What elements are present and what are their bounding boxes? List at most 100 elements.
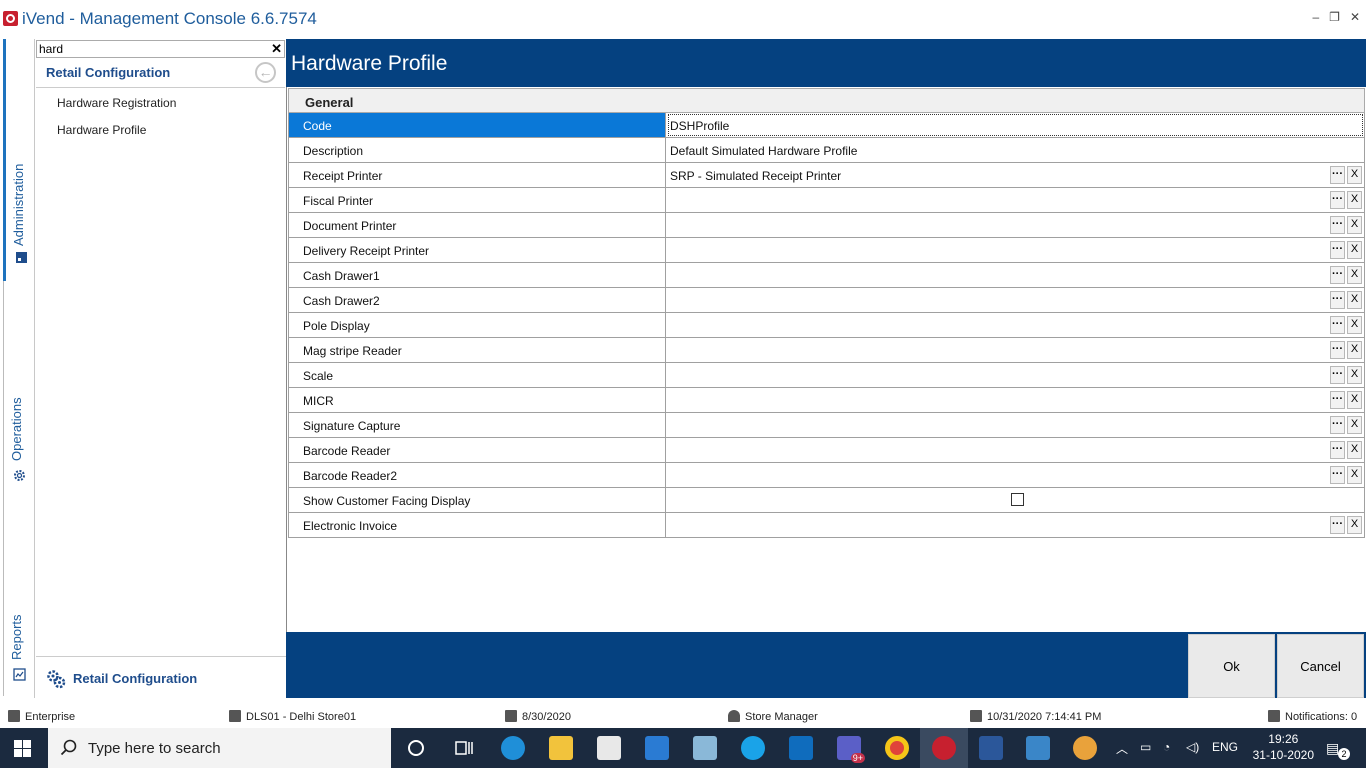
clear-value-button[interactable]: X bbox=[1347, 366, 1362, 384]
clear-value-button[interactable]: X bbox=[1347, 341, 1362, 359]
clear-value-button[interactable]: X bbox=[1347, 316, 1362, 334]
property-value[interactable] bbox=[667, 363, 1364, 387]
property-name[interactable]: Barcode Reader bbox=[289, 438, 666, 462]
property-row[interactable]: Cash Drawer1 ··· X bbox=[288, 263, 1365, 288]
browse-button[interactable]: ··· bbox=[1330, 341, 1345, 359]
property-name[interactable]: Document Printer bbox=[289, 213, 666, 237]
browse-button[interactable]: ··· bbox=[1330, 241, 1345, 259]
clear-value-button[interactable]: X bbox=[1347, 191, 1362, 209]
rail-tab-reports[interactable]: Reports bbox=[3, 498, 31, 696]
property-name[interactable]: Cash Drawer2 bbox=[289, 288, 666, 312]
clear-value-button[interactable]: X bbox=[1347, 266, 1362, 284]
customer-facing-display-checkbox[interactable] bbox=[1011, 493, 1024, 506]
browse-button[interactable]: ··· bbox=[1330, 441, 1345, 459]
property-row[interactable]: Barcode Reader2 ··· X bbox=[288, 463, 1365, 488]
browse-button[interactable]: ··· bbox=[1330, 366, 1345, 384]
property-value[interactable] bbox=[667, 463, 1364, 487]
browse-button[interactable]: ··· bbox=[1330, 266, 1345, 284]
property-name[interactable]: Delivery Receipt Printer bbox=[289, 238, 666, 262]
word-icon[interactable] bbox=[979, 736, 1003, 760]
property-name[interactable]: Mag stripe Reader bbox=[289, 338, 666, 362]
rail-tab-administration[interactable]: Administration bbox=[3, 39, 31, 281]
rail-tab-operations[interactable]: Operations bbox=[3, 281, 31, 498]
close-button[interactable]: ✕ bbox=[1350, 10, 1360, 24]
teams-icon[interactable]: 9+ bbox=[837, 736, 865, 763]
taskbar-clock[interactable]: 19:26 31-10-2020 bbox=[1253, 731, 1314, 763]
property-row[interactable]: Pole Display ··· X bbox=[288, 313, 1365, 338]
nav-item-hardware-profile[interactable]: Hardware Profile bbox=[57, 123, 146, 137]
photos-icon[interactable] bbox=[1026, 736, 1050, 760]
property-value[interactable] bbox=[667, 338, 1364, 362]
property-value[interactable] bbox=[667, 213, 1364, 237]
clear-value-button[interactable]: X bbox=[1347, 466, 1362, 484]
cancel-button[interactable]: Cancel bbox=[1277, 634, 1364, 698]
tray-chevron-icon[interactable]: ︿ bbox=[1116, 740, 1128, 757]
property-name[interactable]: Cash Drawer1 bbox=[289, 263, 666, 287]
property-name[interactable]: Receipt Printer bbox=[289, 163, 666, 187]
taskbar-search-box[interactable]: Type here to search bbox=[48, 728, 391, 768]
property-name[interactable]: Signature Capture bbox=[289, 413, 666, 437]
cortana-icon[interactable] bbox=[404, 736, 428, 760]
property-row[interactable]: Receipt Printer SRP - Simulated Receipt P… bbox=[288, 163, 1365, 188]
sticky-notes-icon[interactable] bbox=[693, 736, 717, 760]
mail-icon[interactable] bbox=[645, 736, 669, 760]
browse-button[interactable]: ··· bbox=[1330, 291, 1345, 309]
restore-button[interactable]: ❐ bbox=[1329, 10, 1340, 24]
property-row[interactable]: Cash Drawer2 ··· X bbox=[288, 288, 1365, 313]
property-row[interactable]: Code DSHProfile bbox=[288, 113, 1365, 138]
property-name[interactable]: Scale bbox=[289, 363, 666, 387]
browse-button[interactable]: ··· bbox=[1330, 316, 1345, 334]
property-value[interactable] bbox=[667, 438, 1364, 462]
chrome-icon[interactable] bbox=[885, 736, 909, 760]
property-row[interactable]: MICR ··· X bbox=[288, 388, 1365, 413]
outlook-icon[interactable] bbox=[789, 736, 813, 760]
clear-value-button[interactable]: X bbox=[1347, 291, 1362, 309]
property-row[interactable]: Description Default Simulated Hardware Pr… bbox=[288, 138, 1365, 163]
browse-button[interactable]: ··· bbox=[1330, 216, 1345, 234]
property-name[interactable]: Code bbox=[289, 113, 666, 137]
property-row[interactable]: Mag stripe Reader ··· X bbox=[288, 338, 1365, 363]
property-value[interactable] bbox=[667, 263, 1364, 287]
property-value[interactable] bbox=[667, 238, 1364, 262]
nav-module-footer[interactable]: Retail Configuration bbox=[36, 656, 286, 698]
property-row[interactable]: Delivery Receipt Printer ··· X bbox=[288, 238, 1365, 263]
property-name[interactable]: Fiscal Printer bbox=[289, 188, 666, 212]
search-clear-button[interactable]: ✕ bbox=[271, 41, 282, 57]
property-row[interactable]: Document Printer ··· X bbox=[288, 213, 1365, 238]
menu-search-input[interactable] bbox=[37, 41, 267, 57]
property-name[interactable]: Show Customer Facing Display bbox=[289, 488, 666, 512]
browse-button[interactable]: ··· bbox=[1330, 166, 1345, 184]
property-name[interactable]: MICR bbox=[289, 388, 666, 412]
windows-start-icon[interactable] bbox=[14, 740, 31, 757]
browse-button[interactable]: ··· bbox=[1330, 191, 1345, 209]
property-row[interactable]: Signature Capture ··· X bbox=[288, 413, 1365, 438]
clear-value-button[interactable]: X bbox=[1347, 441, 1362, 459]
minimize-button[interactable]: – bbox=[1312, 10, 1319, 24]
property-value[interactable]: DSHProfile bbox=[667, 113, 1364, 137]
property-name[interactable]: Electronic Invoice bbox=[289, 513, 666, 537]
volume-icon[interactable]: ◁) bbox=[1186, 740, 1199, 754]
file-explorer-icon[interactable] bbox=[549, 736, 573, 760]
property-name[interactable]: Barcode Reader2 bbox=[289, 463, 666, 487]
clear-value-button[interactable]: X bbox=[1347, 416, 1362, 434]
property-row[interactable]: Barcode Reader ··· X bbox=[288, 438, 1365, 463]
clear-value-button[interactable]: X bbox=[1347, 391, 1362, 409]
property-row[interactable]: Electronic Invoice ··· X bbox=[288, 513, 1365, 538]
property-name[interactable]: Pole Display bbox=[289, 313, 666, 337]
property-value[interactable] bbox=[667, 288, 1364, 312]
status-notifications[interactable]: Notifications: 0 bbox=[1268, 710, 1357, 723]
skype-icon[interactable] bbox=[741, 736, 765, 760]
microsoft-store-icon[interactable] bbox=[597, 736, 621, 760]
back-arrow-icon[interactable]: ← bbox=[255, 62, 276, 83]
ivend-taskbar-icon[interactable] bbox=[932, 736, 956, 760]
property-value[interactable] bbox=[667, 388, 1364, 412]
property-value[interactable] bbox=[667, 313, 1364, 337]
clear-value-button[interactable]: X bbox=[1347, 516, 1362, 534]
grid-section-general[interactable]: General bbox=[288, 88, 1365, 113]
paint-icon[interactable] bbox=[1073, 736, 1097, 760]
browse-button[interactable]: ··· bbox=[1330, 466, 1345, 484]
property-value[interactable] bbox=[667, 188, 1364, 212]
wifi-icon[interactable]: ◔ bbox=[1163, 740, 1170, 754]
property-row[interactable]: Show Customer Facing Display bbox=[288, 488, 1365, 513]
clear-value-button[interactable]: X bbox=[1347, 166, 1362, 184]
